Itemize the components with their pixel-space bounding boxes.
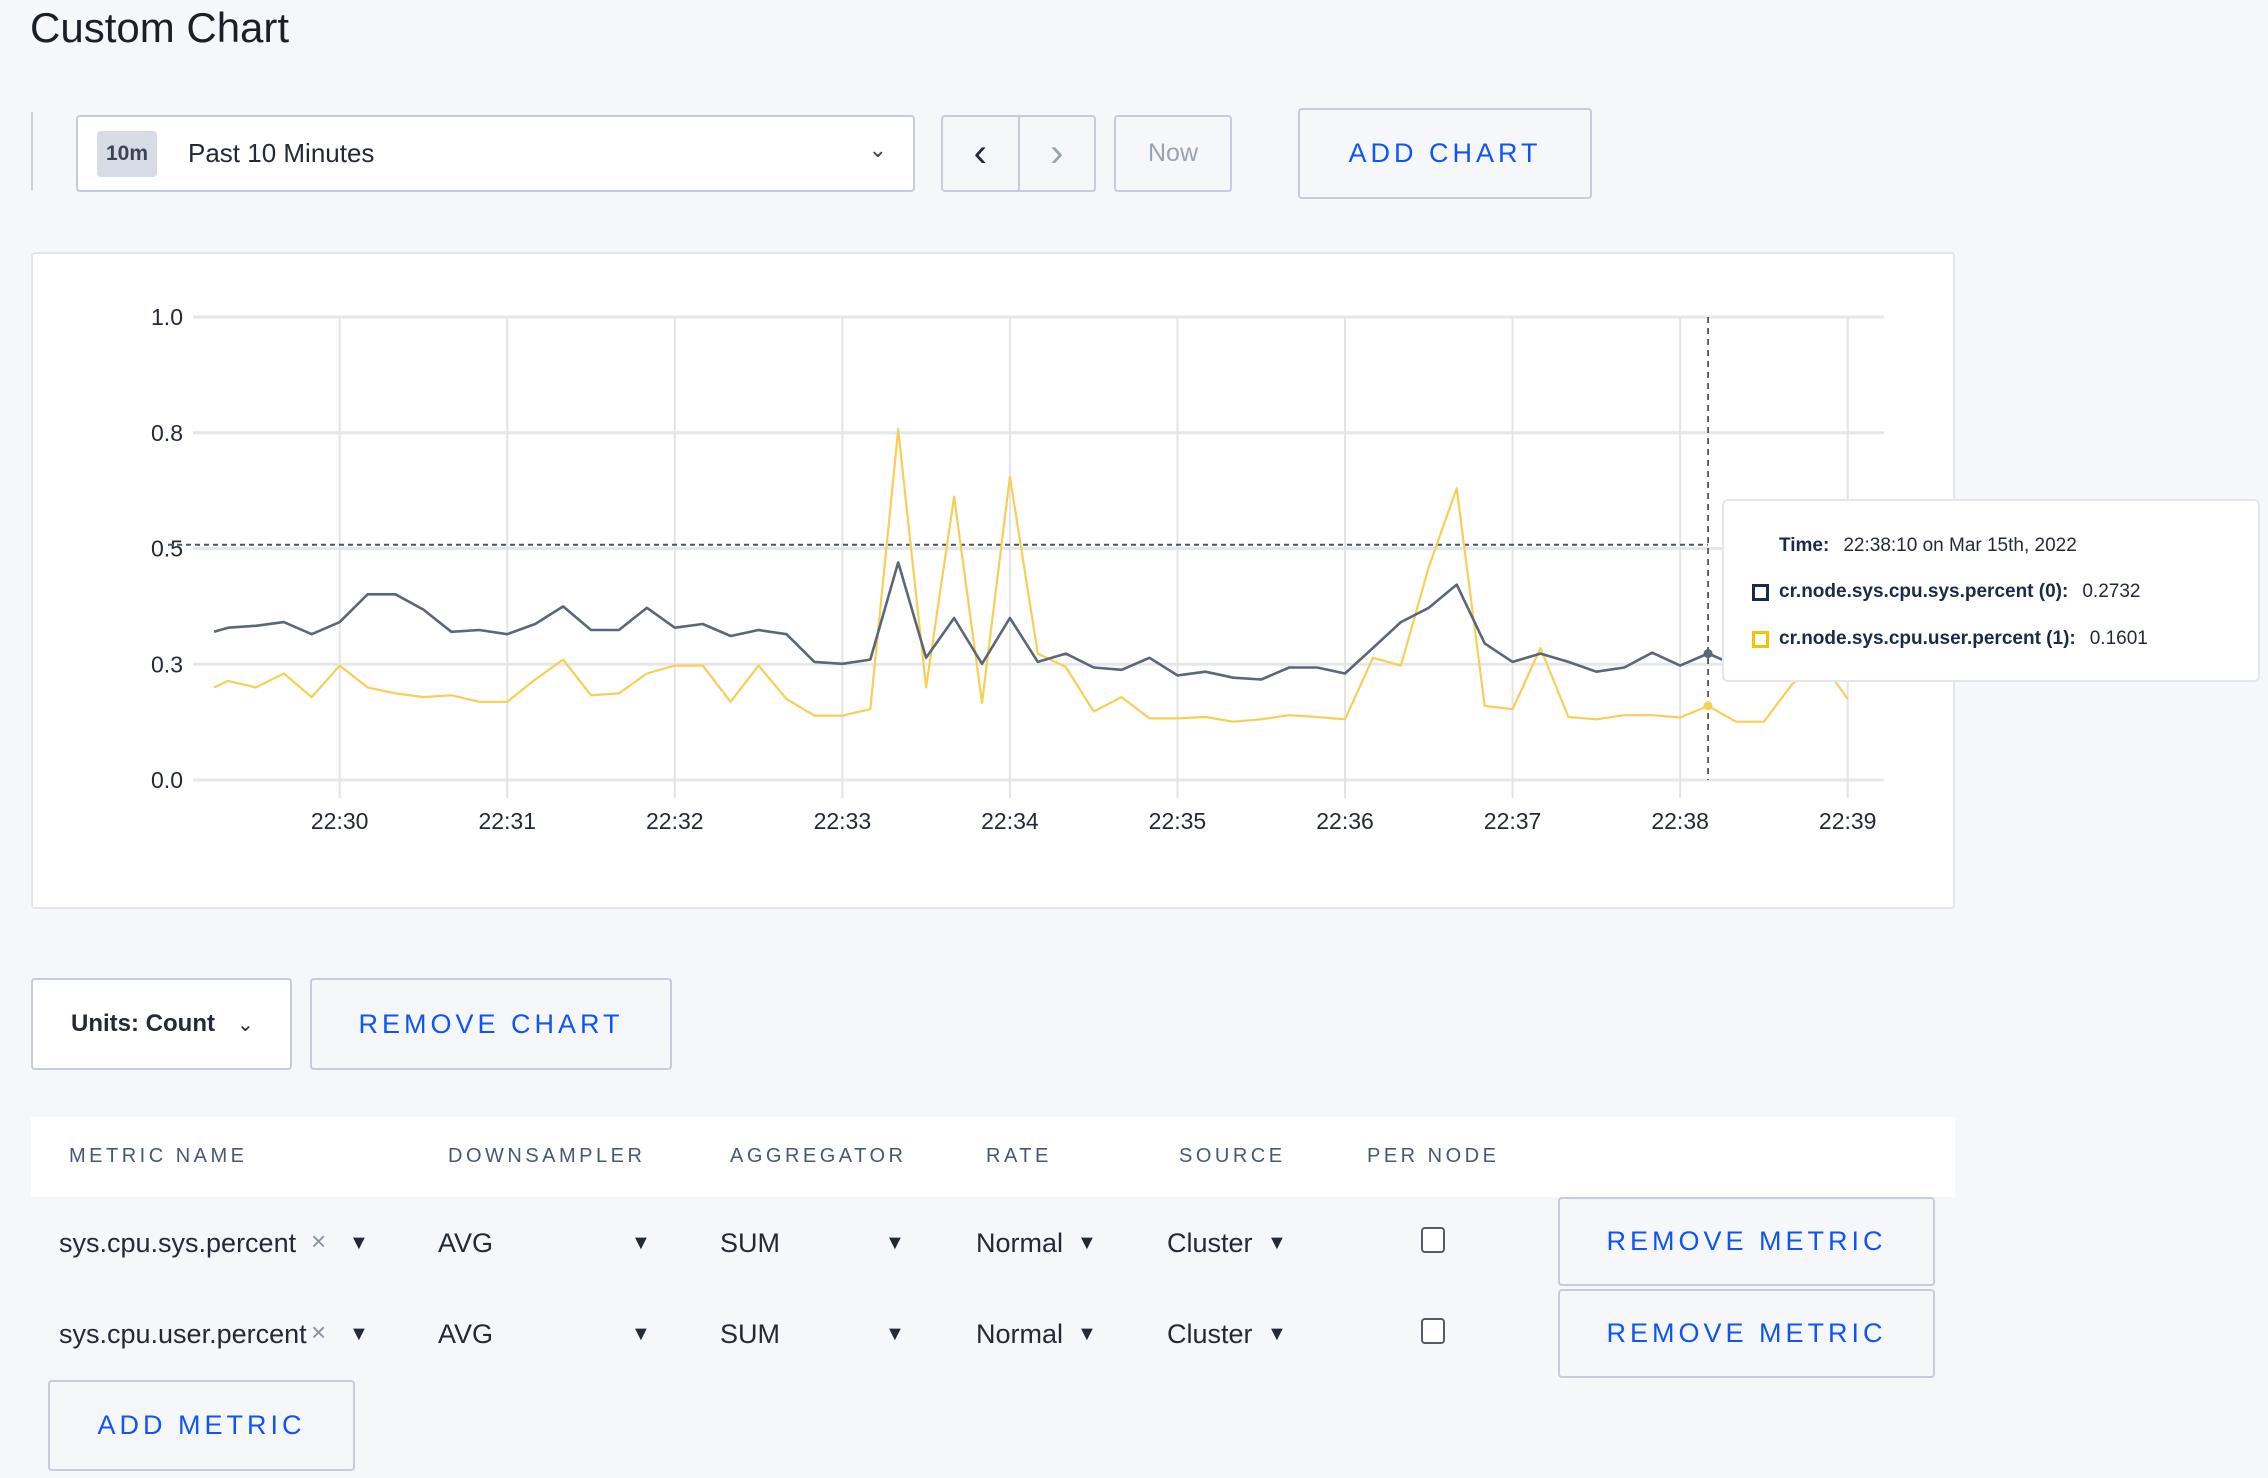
tooltip-entry-value: 0.2732 (2082, 581, 2141, 602)
chevron-left-icon: ‹ (973, 131, 987, 175)
metric-name-select[interactable]: sys.cpu.sys.percent (59, 1228, 296, 1259)
time-range-label: Past 10 Minutes (188, 138, 375, 168)
header-metric-name: METRIC NAME (69, 1145, 248, 1167)
downsampler-select[interactable]: AVG (438, 1228, 493, 1259)
chevron-right-icon: › (1050, 131, 1064, 175)
remove-metric-button[interactable]: REMOVE METRIC (1558, 1289, 1935, 1378)
series-line-user-percent (213, 428, 1849, 723)
y-tick-label: 0.3 (151, 651, 183, 677)
caret-down-icon[interactable]: ▼ (885, 1232, 905, 1255)
header-source: SOURCE (1179, 1145, 1286, 1167)
caret-down-icon[interactable]: ▼ (349, 1323, 369, 1346)
clear-icon[interactable]: × (311, 1317, 326, 1348)
time-range-badge: 10m (97, 130, 157, 177)
downsampler-select[interactable]: AVG (438, 1319, 493, 1350)
header-rate: RATE (986, 1145, 1052, 1167)
tooltip-entry: cr.node.sys.cpu.sys.percent (0): 0.2732 (1752, 581, 2140, 603)
header-downsampler: DOWNSAMPLER (448, 1145, 646, 1167)
clear-icon[interactable]: × (311, 1226, 326, 1257)
add-chart-button[interactable]: ADD CHART (1298, 108, 1592, 199)
line-chart[interactable]: 0.0 0.3 0.5 0.8 1.0 22:30 22:31 22:32 22:33 22:34… (33, 254, 1957, 911)
page-title: Custom Chart (30, 4, 290, 51)
rate-select[interactable]: Normal (976, 1228, 1063, 1259)
per-node-checkbox[interactable] (1421, 1227, 1445, 1253)
series-line-sys-percent (213, 561, 1848, 681)
hover-point (1703, 701, 1713, 711)
tooltip-entry-name: cr.node.sys.cpu.user.percent (1): (1779, 628, 2076, 649)
caret-down-icon[interactable]: ▼ (349, 1232, 369, 1255)
source-select[interactable]: Cluster (1167, 1228, 1253, 1259)
time-range-select[interactable]: 10m Past 10 Minutes ⌄ (76, 115, 915, 192)
caret-down-icon[interactable]: ▼ (1077, 1232, 1097, 1255)
tooltip-entry-name: cr.node.sys.cpu.sys.percent (0): (1779, 581, 2069, 602)
tooltip-entry-value: 0.1601 (2089, 628, 2148, 649)
x-tick-label: 22:34 (981, 808, 1039, 834)
hover-point (1703, 649, 1713, 659)
tooltip-time-label: Time: (1779, 535, 1830, 556)
remove-metric-button[interactable]: REMOVE METRIC (1558, 1197, 1935, 1286)
aggregator-select[interactable]: SUM (720, 1228, 780, 1259)
header-aggregator: AGGREGATOR (730, 1145, 907, 1167)
legend-swatch-icon (1752, 583, 1769, 601)
x-tick-label: 22:38 (1651, 808, 1709, 834)
caret-down-icon[interactable]: ▼ (885, 1323, 905, 1346)
caret-down-icon[interactable]: ▼ (631, 1323, 651, 1346)
caret-down-icon[interactable]: ▼ (631, 1232, 651, 1255)
remove-chart-button[interactable]: REMOVE CHART (310, 978, 672, 1070)
rate-select[interactable]: Normal (976, 1319, 1063, 1350)
aggregator-select[interactable]: SUM (720, 1319, 780, 1350)
y-tick-label: 0.0 (151, 767, 183, 793)
y-tick-label: 0.5 (151, 536, 183, 562)
units-dropdown[interactable]: Units: Count ⌄ (31, 978, 292, 1070)
y-tick-label: 0.8 (151, 420, 183, 446)
per-node-checkbox[interactable] (1421, 1318, 1445, 1344)
units-label: Units: Count (71, 1010, 215, 1037)
x-tick-label: 22:37 (1484, 808, 1542, 834)
chart-card: 0.0 0.3 0.5 0.8 1.0 22:30 22:31 22:32 22:33 22:34… (31, 252, 1955, 909)
divider (31, 112, 33, 190)
tooltip-time-value: 22:38:10 on Mar 15th, 2022 (1843, 535, 2077, 556)
time-nav-group: ‹ › (941, 115, 1096, 192)
x-tick-label: 22:31 (478, 808, 536, 834)
caret-down-icon[interactable]: ▼ (1077, 1323, 1097, 1346)
x-tick-label: 22:30 (311, 808, 369, 834)
header-per-node: PER NODE (1367, 1145, 1500, 1167)
metric-name-select[interactable]: sys.cpu.user.percent (59, 1319, 307, 1350)
previous-range-button[interactable]: ‹ (943, 117, 1020, 190)
x-tick-label: 22:32 (646, 808, 704, 834)
x-tick-label: 22:35 (1149, 808, 1207, 834)
x-tick-label: 22:33 (814, 808, 872, 834)
legend-swatch-icon (1752, 630, 1769, 648)
next-range-button[interactable]: › (1020, 117, 1095, 190)
caret-down-icon[interactable]: ▼ (1267, 1323, 1287, 1346)
source-select[interactable]: Cluster (1167, 1319, 1253, 1350)
chevron-down-icon: ⌄ (868, 137, 887, 162)
tooltip-entry: cr.node.sys.cpu.user.percent (1): 0.1601 (1752, 628, 2148, 650)
chart-tooltip: Time: 22:38:10 on Mar 15th, 2022 cr.node.… (1722, 499, 2260, 682)
x-tick-label: 22:36 (1316, 808, 1374, 834)
x-tick-label: 22:39 (1819, 808, 1877, 834)
add-metric-button[interactable]: ADD METRIC (48, 1380, 355, 1471)
y-tick-label: 1.0 (151, 304, 183, 330)
chevron-down-icon: ⌄ (236, 1013, 254, 1036)
caret-down-icon[interactable]: ▼ (1267, 1232, 1287, 1255)
now-button[interactable]: Now (1114, 115, 1232, 192)
